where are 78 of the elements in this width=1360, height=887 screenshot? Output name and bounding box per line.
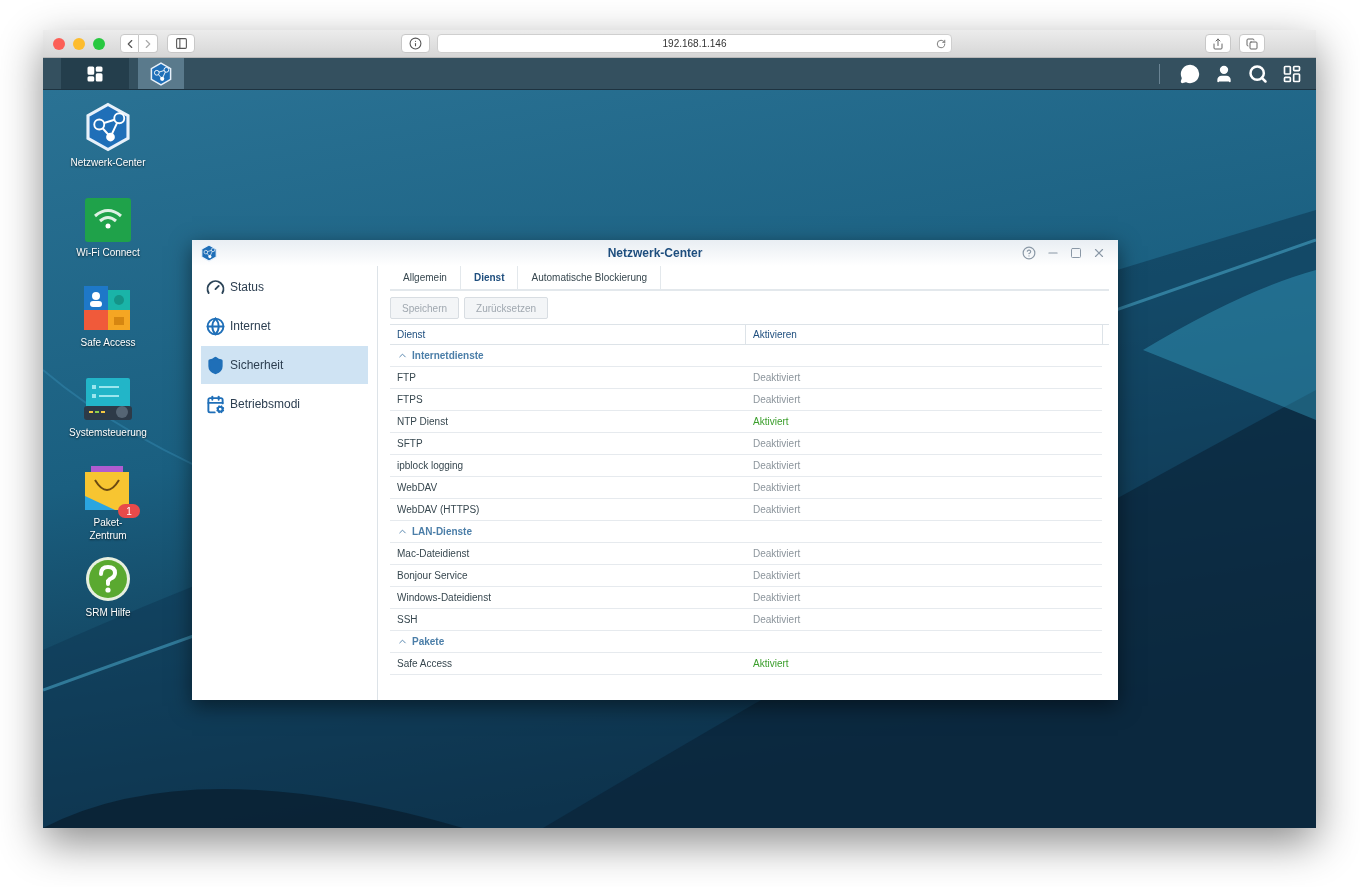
sidebar-item[interactable]: Betriebsmodi: [201, 385, 368, 423]
tabs-icon: [1246, 37, 1258, 50]
info-icon: [409, 37, 422, 50]
close-icon[interactable]: [1092, 246, 1106, 260]
status-cell-text: Deaktiviert: [752, 591, 802, 605]
safe-access-icon: [84, 286, 132, 332]
group-header[interactable]: Pakete: [390, 631, 1102, 653]
table-cell-text: WebDAV (HTTPS): [396, 503, 481, 517]
tab[interactable]: Allgemein: [390, 266, 461, 289]
close-window-button[interactable]: [53, 37, 65, 50]
table-cell-text: FTP: [396, 371, 417, 385]
table-cell-text: ipblock logging: [396, 459, 465, 473]
table-cell-text: Windows-Dateidienst: [396, 591, 492, 605]
back-button[interactable]: [120, 34, 139, 53]
sidebar-item[interactable]: Sicherheit: [201, 346, 368, 384]
app-button[interactable]: [138, 58, 184, 89]
status-cell-text: Deaktiviert: [752, 371, 802, 385]
reload-icon[interactable]: [936, 38, 946, 49]
network-icon: [149, 61, 173, 86]
desktop-icon-label[interactable]: Netzwerk-Center: [70, 156, 146, 169]
tab[interactable]: Automatische Blockierung: [518, 266, 662, 289]
notification-badge: 1: [118, 504, 140, 518]
desktop-icon-label[interactable]: Safe Access: [80, 336, 136, 349]
user-icon[interactable]: [1214, 63, 1234, 84]
status-cell-text: Deaktiviert: [752, 459, 802, 473]
sidebar-item[interactable]: Internet: [201, 307, 368, 345]
status-cell-text: Deaktiviert: [752, 613, 802, 627]
table-cell-text: FTPS: [396, 393, 424, 407]
status-cell-text: Deaktiviert: [752, 503, 802, 517]
desktop-icon-label[interactable]: Wi-Fi Connect: [76, 246, 140, 259]
table-cell-text: NTP Dienst: [396, 415, 449, 429]
status-cell-text: Deaktiviert: [752, 437, 802, 451]
widgets-icon[interactable]: [1282, 63, 1302, 84]
share-icon: [1212, 37, 1224, 50]
zoom-window-button[interactable]: [93, 37, 105, 50]
table-cell-text: Safe Access: [396, 657, 454, 671]
column-header[interactable]: Dienst: [390, 325, 746, 344]
group-header[interactable]: Internetdienste: [390, 345, 1102, 367]
desktop-icon-label[interactable]: Paket- Zentrum: [89, 516, 127, 542]
window-title: Netzwerk-Center: [607, 245, 703, 262]
wifi-icon: [85, 198, 131, 242]
chat-icon[interactable]: [1180, 63, 1200, 84]
sidebar-button[interactable]: [167, 34, 195, 53]
globe-icon: [206, 316, 225, 336]
table-cell-text: Mac-Dateidienst: [396, 547, 471, 561]
help-icon: [85, 556, 131, 602]
shield-icon: [206, 355, 225, 375]
search-icon[interactable]: [1248, 63, 1268, 84]
table-cell-text: WebDAV: [396, 481, 439, 495]
table-cell-text: SSH: [396, 613, 419, 627]
desktop-icon-label[interactable]: SRM Hilfe: [85, 606, 131, 619]
table-cell-text: SFTP: [396, 437, 424, 451]
tabs-button[interactable]: [1239, 34, 1265, 53]
privacy-button[interactable]: [401, 34, 430, 53]
grid-icon: [86, 64, 104, 83]
group-header[interactable]: LAN-Dienste: [390, 521, 1102, 543]
sidebar-item[interactable]: Status: [201, 268, 368, 306]
status-cell-text: Aktiviert: [752, 415, 790, 429]
desktop-icon-label[interactable]: Systemsteuerung: [69, 426, 147, 439]
help-icon[interactable]: [1022, 246, 1036, 260]
status-cell-text: Deaktiviert: [752, 393, 802, 407]
network-icon: [83, 102, 133, 152]
address-field[interactable]: 192.168.1.146: [437, 34, 952, 53]
status-cell-text: Aktiviert: [752, 657, 790, 671]
tab[interactable]: Dienst: [460, 266, 519, 289]
table-cell-text: Bonjour Service: [396, 569, 469, 583]
status-cell-text: Deaktiviert: [752, 547, 802, 561]
maximize-icon[interactable]: [1070, 247, 1082, 259]
gauge-icon: [206, 277, 225, 297]
main-menu-button[interactable]: [61, 58, 129, 89]
calendar-gear-icon: [206, 394, 225, 414]
sidebar-icon: [174, 37, 188, 50]
control-panel-icon: [84, 378, 132, 422]
status-cell-text: Deaktiviert: [752, 481, 802, 495]
share-button[interactable]: [1205, 34, 1231, 53]
status-cell-text: Deaktiviert: [752, 569, 802, 583]
network-icon: [200, 244, 218, 262]
column-header[interactable]: Aktivieren: [746, 325, 1102, 344]
